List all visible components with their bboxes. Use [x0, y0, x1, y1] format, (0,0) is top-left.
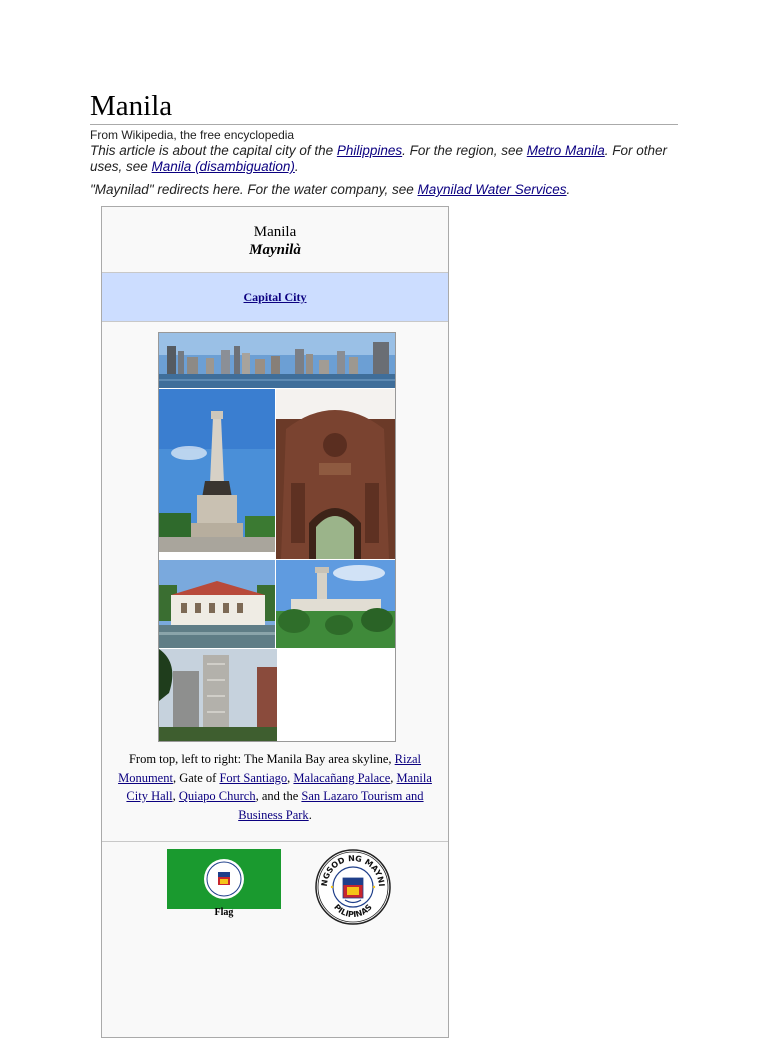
- manila-city-hall-photo: [276, 560, 395, 648]
- photo-collage[interactable]: [158, 332, 396, 742]
- hatnote-disambiguation: This article is about the capital city o…: [90, 143, 680, 175]
- title-divider: [90, 124, 678, 125]
- hatnote-text: . For the region, see: [402, 143, 527, 158]
- tagline: From Wikipedia, the free encyclopedia: [90, 128, 295, 142]
- hatnote-redirect: "Maynilad" redirects here. For the water…: [90, 182, 680, 198]
- link-quiapo-church[interactable]: Quiapo Church: [179, 789, 256, 803]
- infobox-title: Manila Maynilà: [102, 207, 448, 273]
- infobox-native-name: Maynilà: [249, 242, 301, 258]
- flag-label: Flag: [214, 907, 234, 918]
- caption-text: .: [308, 807, 312, 822]
- skyline-photo: [159, 333, 395, 388]
- hatnote-text: This article is about the capital city o…: [90, 143, 337, 158]
- link-capital-city[interactable]: Capital City: [102, 290, 448, 305]
- caption-text: , and the: [255, 789, 302, 803]
- link-maynilad-water-services[interactable]: Maynilad Water Services: [417, 182, 566, 197]
- link-philippines[interactable]: Philippines: [337, 143, 402, 158]
- malacanang-palace-photo: [159, 560, 275, 648]
- hatnote-text: .: [566, 182, 571, 197]
- caption-text: From top, left to right: The Manila Bay …: [128, 752, 395, 766]
- fort-santiago-photo: [276, 389, 395, 559]
- link-malacanang-palace[interactable]: Malacañang Palace: [293, 771, 390, 785]
- infobox-settlement-type: Capital City: [102, 273, 448, 322]
- seal-image[interactable]: LUNGSOD NG MAYNILA PILIPINAS: [311, 840, 392, 927]
- link-metro-manila[interactable]: Metro Manila: [527, 143, 605, 158]
- quiapo-church-photo: [159, 649, 277, 741]
- caption-text: , Gate of: [172, 770, 220, 785]
- infobox: Manila Maynilà Capital City From top, le…: [101, 206, 449, 1038]
- link-manila-disambiguation[interactable]: Manila (disambiguation): [152, 159, 295, 174]
- page-title: Manila: [90, 90, 173, 122]
- collage-caption: From top, left to right: The Manila Bay …: [116, 750, 434, 824]
- flag-image[interactable]: [167, 849, 281, 909]
- infobox-divider: [102, 841, 448, 842]
- link-fort-santiago[interactable]: Fort Santiago: [219, 771, 287, 785]
- rizal-monument-photo: [159, 389, 275, 552]
- hatnote-text: .: [294, 159, 299, 174]
- hatnote-text: "Maynilad" redirects here. For the water…: [90, 182, 418, 197]
- infobox-name: Manila: [253, 224, 297, 240]
